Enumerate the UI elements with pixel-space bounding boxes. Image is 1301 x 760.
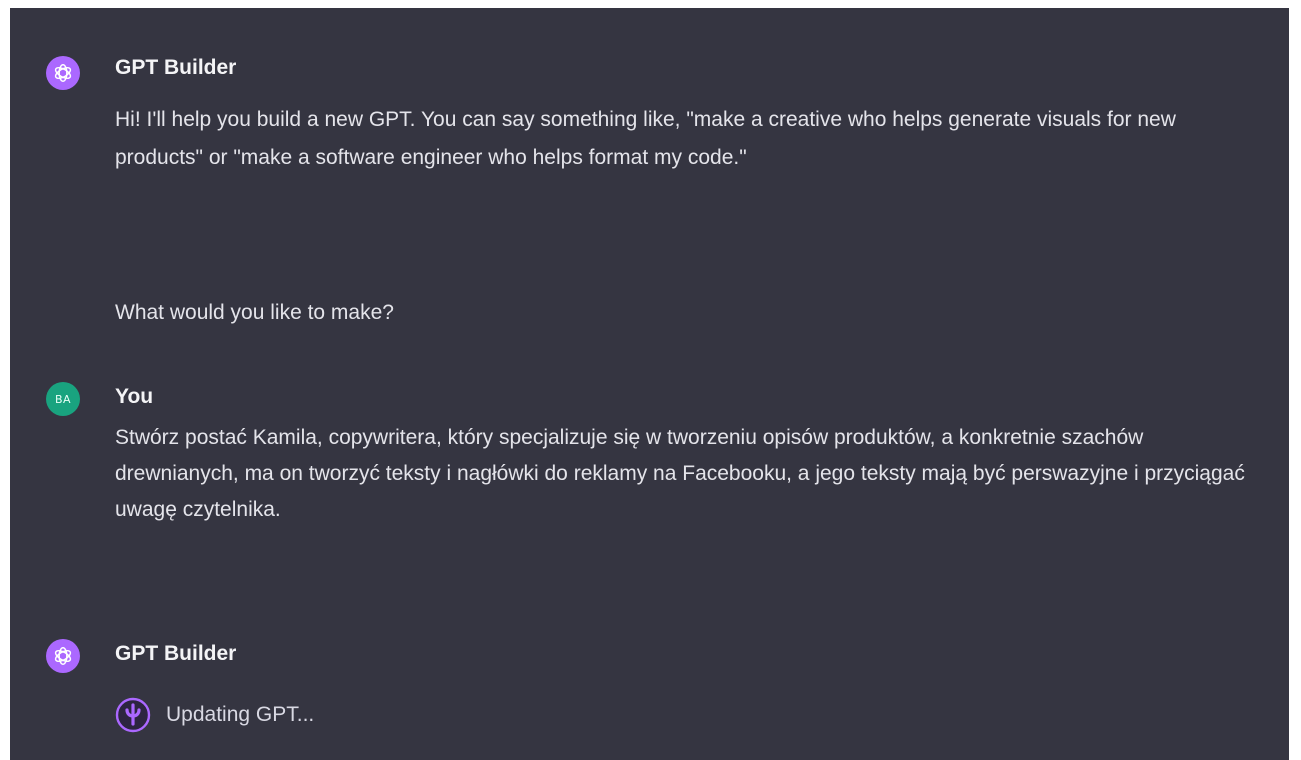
chat-panel: GPT Builder Hi! I'll help you build a ne… (10, 8, 1289, 760)
message-text: Stwórz postać Kamila, copywritera, który… (115, 426, 1245, 521)
user-avatar-initials: BA (54, 392, 72, 406)
updating-status: Updating GPT... (114, 696, 314, 734)
message-text: Hi! I'll help you build a new GPT. You c… (115, 108, 1176, 169)
gpt-builder-avatar (46, 56, 80, 90)
openai-logo-icon (54, 647, 72, 665)
updating-gpt-icon (114, 696, 152, 734)
message-text: What would you like to make? (115, 301, 394, 324)
message-author: GPT Builder (115, 56, 237, 79)
openai-logo-icon (54, 64, 72, 82)
status-text: Updating GPT... (166, 703, 315, 726)
gpt-builder-avatar (46, 639, 80, 673)
message-author: You (115, 385, 154, 408)
user-avatar: BA (46, 382, 80, 416)
message-author: GPT Builder (115, 642, 237, 665)
